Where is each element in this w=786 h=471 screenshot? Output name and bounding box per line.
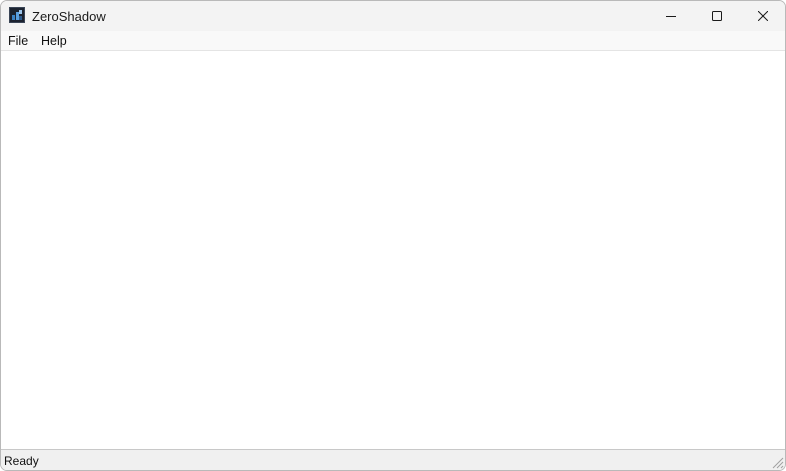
status-text: Ready xyxy=(4,454,39,468)
close-button[interactable] xyxy=(740,1,785,31)
menu-file[interactable]: File xyxy=(8,34,28,49)
window-title: ZeroShadow xyxy=(32,9,106,24)
status-bar: Ready xyxy=(1,449,785,470)
maximize-icon xyxy=(712,11,722,21)
menu-bar: File Help xyxy=(1,31,785,51)
resize-grip-icon[interactable] xyxy=(770,455,784,469)
minimize-icon xyxy=(666,16,676,17)
title-bar[interactable]: ZeroShadow xyxy=(1,1,785,31)
app-window: ZeroShadow File Help Ready xyxy=(0,0,786,471)
app-icon[interactable] xyxy=(9,7,25,23)
minimize-button[interactable] xyxy=(648,1,694,31)
main-content-area[interactable] xyxy=(1,51,785,449)
menu-help[interactable]: Help xyxy=(41,34,67,49)
close-icon xyxy=(758,11,768,21)
maximize-button[interactable] xyxy=(694,1,740,31)
